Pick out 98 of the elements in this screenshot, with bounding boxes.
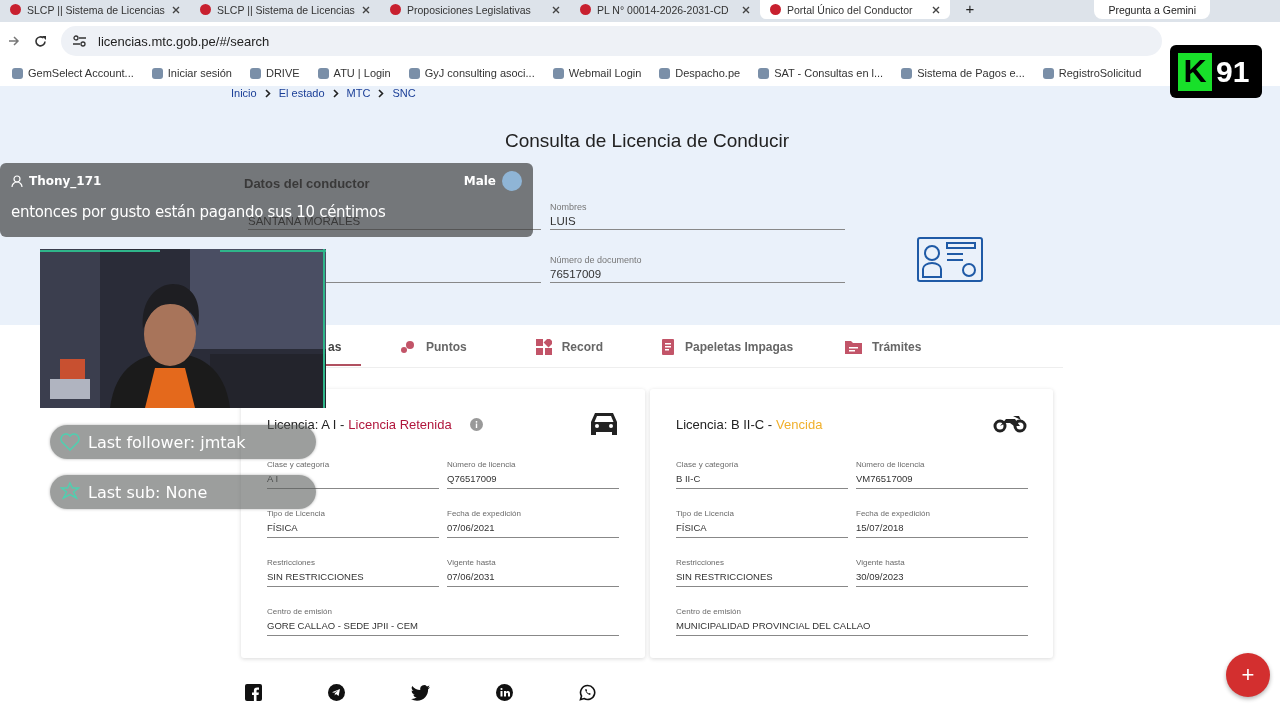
tab[interactable]: Puntos bbox=[400, 330, 467, 366]
user-icon bbox=[11, 175, 23, 187]
field-value: 07/06/2031 bbox=[447, 571, 496, 582]
blocks-icon bbox=[535, 339, 552, 355]
channel-logo: K 91 bbox=[1170, 45, 1262, 98]
field-value: SIN RESTRICCIONES bbox=[676, 571, 774, 582]
linkedin-icon[interactable] bbox=[496, 684, 513, 701]
field-value: FÍSICA bbox=[267, 522, 299, 533]
field-label: Fecha de expedición bbox=[447, 509, 522, 518]
chat-username: Thony_171 bbox=[29, 174, 102, 188]
gemini-button[interactable]: Pregunta a Gemini bbox=[1094, 0, 1210, 19]
bookmark[interactable]: SAT - Consultas en l... bbox=[758, 67, 884, 79]
browser-tab[interactable]: SLCP || Sistema de Licencias bbox=[0, 0, 190, 19]
address-bar[interactable]: licencias.mtc.gob.pe/#/search bbox=[61, 26, 1162, 56]
browser-tab[interactable]: Portal Único del Conductor bbox=[760, 0, 950, 19]
heart-icon bbox=[60, 433, 80, 451]
tab[interactable]: Record bbox=[535, 330, 603, 366]
field-label: Restricciones bbox=[267, 558, 316, 567]
bookmark[interactable]: Despacho.pe bbox=[659, 67, 741, 79]
field-value: SIN RESTRICCIONES bbox=[267, 571, 365, 582]
license-card-icon bbox=[917, 237, 983, 282]
field-label: Vigente hasta bbox=[856, 558, 906, 567]
twitter-icon[interactable] bbox=[411, 684, 430, 701]
field-value: GORE CALLAO - SEDE JPII - CEM bbox=[267, 620, 419, 631]
facebook-icon[interactable] bbox=[245, 684, 262, 701]
field-value: 76517009 bbox=[550, 268, 603, 280]
browser-tab[interactable]: Proposiciones Legislativas bbox=[380, 0, 570, 19]
browser-tab[interactable]: SLCP || Sistema de Licencias bbox=[190, 0, 380, 19]
folder-icon bbox=[845, 340, 863, 354]
car-icon bbox=[589, 411, 619, 437]
chevron-icon bbox=[378, 88, 385, 98]
breadcrumb-link[interactable]: Inicio bbox=[231, 87, 257, 99]
chat-gender: Male bbox=[463, 174, 496, 188]
star-icon bbox=[60, 482, 80, 502]
field-value: B II-C bbox=[676, 473, 702, 484]
license-status: Vencida bbox=[776, 416, 823, 432]
field-label: Número de licencia bbox=[447, 460, 517, 469]
section-heading: Datos del conductor bbox=[244, 176, 370, 191]
close-icon[interactable] bbox=[932, 5, 940, 14]
field-label: Nombres bbox=[550, 202, 588, 212]
bookmark[interactable]: Iniciar sesión bbox=[151, 67, 232, 79]
browser-tab[interactable]: PL N° 00014-2026-2031-CD bbox=[570, 0, 760, 19]
motorcycle-icon bbox=[993, 415, 1027, 433]
field-label: Clase y categoría bbox=[267, 460, 331, 469]
field-value: MUNICIPALIDAD PROVINCIAL DEL CALLAO bbox=[676, 620, 872, 631]
tab-favicon bbox=[580, 4, 591, 15]
chevron-icon bbox=[332, 88, 339, 98]
field-label: Número de documento bbox=[550, 255, 643, 265]
whatsapp-icon[interactable] bbox=[579, 684, 596, 701]
tab-favicon bbox=[200, 4, 211, 15]
field-label: Centro de emisión bbox=[267, 607, 333, 616]
bookmark[interactable]: RegistroSolicitud bbox=[1042, 67, 1142, 79]
bookmark[interactable]: Webmail Login bbox=[552, 67, 642, 79]
forward-icon[interactable] bbox=[8, 35, 20, 47]
close-icon[interactable] bbox=[742, 5, 750, 14]
settings-icon bbox=[73, 35, 86, 47]
info-icon[interactable] bbox=[469, 417, 483, 431]
field-label: Tipo de Licencia bbox=[676, 509, 735, 518]
field-value: FÍSICA bbox=[676, 522, 708, 533]
field-value: LUIS bbox=[550, 215, 577, 227]
reload-icon[interactable] bbox=[34, 34, 47, 48]
tab[interactable]: Papeletas Impagas bbox=[661, 330, 794, 366]
field-label: Clase y categoría bbox=[676, 460, 740, 469]
field-value: Q76517009 bbox=[447, 473, 498, 484]
close-icon[interactable] bbox=[362, 5, 370, 14]
close-icon[interactable] bbox=[552, 5, 560, 14]
field-label: Fecha de expedición bbox=[856, 509, 931, 518]
page-title: Consulta de Licencia de Conducir bbox=[503, 130, 791, 152]
license-title: Licencia: B II-C - bbox=[676, 416, 773, 432]
license-status: Licencia Retenida bbox=[348, 416, 452, 432]
bookmark[interactable]: GemSelect Account... bbox=[12, 67, 134, 79]
add-button[interactable]: + bbox=[1226, 653, 1270, 697]
field-label: Vigente hasta bbox=[447, 558, 497, 567]
breadcrumb-link[interactable]: El estado bbox=[278, 87, 325, 99]
bookmark[interactable]: GyJ consulting asoci... bbox=[408, 67, 535, 79]
close-icon[interactable] bbox=[172, 5, 180, 14]
tab[interactable]: Trámites bbox=[845, 330, 922, 366]
field-value: VM76517009 bbox=[856, 473, 914, 484]
tab-favicon bbox=[390, 4, 401, 15]
breadcrumb-link[interactable]: MTC bbox=[346, 87, 371, 99]
chevron-icon bbox=[264, 88, 271, 98]
dots-icon bbox=[400, 340, 416, 354]
field-value: 15/07/2018 bbox=[856, 522, 905, 533]
receipt-icon bbox=[661, 339, 675, 355]
new-tab-button[interactable]: + bbox=[950, 0, 990, 18]
bookmark[interactable]: ATU | Login bbox=[317, 67, 391, 79]
telegram-icon[interactable] bbox=[328, 684, 345, 701]
tab-favicon bbox=[10, 4, 21, 15]
bookmark[interactable]: DRIVE bbox=[250, 67, 300, 79]
tab-favicon bbox=[770, 4, 781, 15]
field-value: 07/06/2021 bbox=[447, 522, 496, 533]
field-label: Centro de emisión bbox=[676, 607, 742, 616]
field-value: 30/09/2023 bbox=[856, 571, 905, 582]
field-label: Restricciones bbox=[676, 558, 725, 567]
field-label: Número de licencia bbox=[856, 460, 926, 469]
field-label: Tipo de Licencia bbox=[267, 509, 326, 518]
breadcrumb-link[interactable]: SNC bbox=[392, 87, 416, 99]
bookmark[interactable]: Sistema de Pagos e... bbox=[901, 67, 1025, 79]
